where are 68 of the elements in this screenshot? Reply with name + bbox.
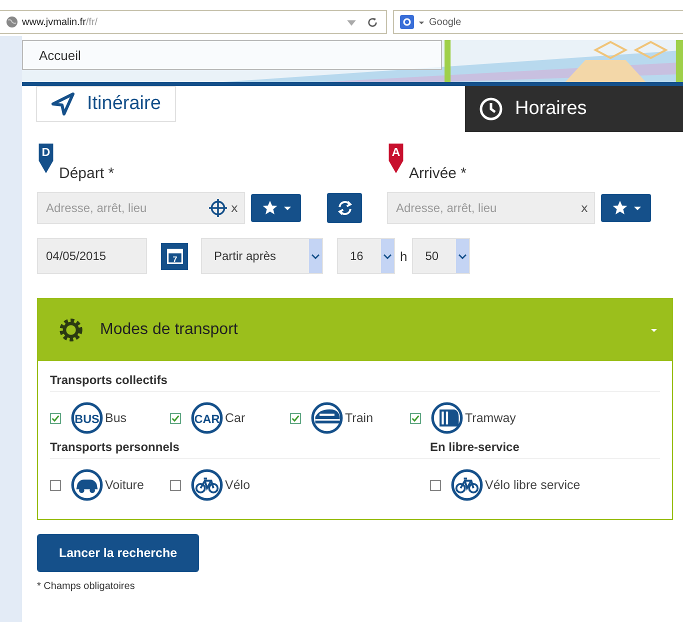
caret-icon bbox=[650, 326, 658, 334]
star-icon bbox=[612, 200, 628, 216]
checkbox[interactable] bbox=[50, 412, 61, 424]
favorites-button[interactable] bbox=[251, 194, 301, 222]
url-text: www.jvmalin.fr/fr/ bbox=[22, 16, 98, 28]
checkbox[interactable] bbox=[50, 480, 61, 490]
bicycle-icon bbox=[451, 469, 483, 501]
tab[interactable]: Horaires bbox=[465, 86, 683, 132]
address-field[interactable]: Adresse, arrêt, lieu x bbox=[387, 192, 595, 224]
checkbox[interactable] bbox=[410, 412, 421, 424]
coach-icon: CAR bbox=[191, 402, 223, 434]
calendar-button[interactable]: 7 bbox=[161, 242, 188, 270]
favorites-button[interactable] bbox=[601, 194, 651, 222]
departure-mode-select[interactable]: Partir après bbox=[201, 238, 323, 274]
address-bar[interactable]: www.jvmalin.fr/fr/ bbox=[0, 10, 387, 34]
section-heading: Transports personnels bbox=[50, 440, 430, 459]
hour-select[interactable]: 16 bbox=[337, 238, 395, 274]
home-link[interactable]: Accueil bbox=[22, 40, 442, 70]
swap-icon bbox=[336, 199, 354, 217]
navigation-arrow-icon bbox=[51, 92, 75, 116]
bicycle-icon bbox=[191, 469, 223, 501]
checkbox[interactable] bbox=[290, 412, 301, 424]
star-icon bbox=[262, 200, 278, 216]
caret-icon bbox=[284, 204, 290, 212]
mode-option[interactable]: Train bbox=[290, 402, 374, 434]
bus-icon: BUS bbox=[71, 402, 103, 434]
checkbox[interactable] bbox=[170, 480, 181, 490]
date-field[interactable]: 04/05/2015 bbox=[37, 238, 147, 274]
map-pin-icon: D bbox=[37, 142, 55, 174]
search-engine-icon bbox=[400, 15, 414, 29]
mode-option[interactable]: BUS Bus bbox=[50, 402, 127, 434]
map-pin-icon: A bbox=[387, 142, 405, 174]
chevron-down-icon bbox=[311, 252, 320, 260]
mode-option[interactable]: Vélo libre service bbox=[430, 469, 580, 501]
gear-icon bbox=[58, 317, 84, 343]
checkbox[interactable] bbox=[430, 480, 441, 490]
mode-option[interactable]: Tramway bbox=[410, 402, 516, 434]
footnote: * Champs obligatoires bbox=[37, 581, 136, 592]
field-label: Départ * bbox=[59, 165, 114, 184]
chevron-down-icon bbox=[458, 252, 468, 260]
reload-icon[interactable] bbox=[367, 16, 378, 28]
clear-button[interactable]: x bbox=[578, 201, 590, 215]
clock-icon bbox=[479, 97, 503, 121]
accordion-header[interactable]: Modes de transport bbox=[38, 299, 672, 361]
section-heading: Transports collectifs bbox=[50, 373, 660, 392]
address-field[interactable]: Adresse, arrêt, lieu x bbox=[37, 192, 245, 224]
section-heading: En libre-service bbox=[430, 440, 660, 459]
mode-option[interactable]: CAR Car bbox=[170, 402, 246, 434]
train-icon bbox=[311, 402, 343, 434]
globe-icon bbox=[6, 16, 18, 28]
field-label: Arrivée * bbox=[409, 165, 467, 184]
swap-button[interactable] bbox=[327, 193, 362, 223]
checkbox[interactable] bbox=[170, 412, 181, 424]
car-icon bbox=[71, 469, 103, 501]
clear-button[interactable]: x bbox=[228, 201, 240, 215]
minute-select[interactable]: 50 bbox=[412, 238, 470, 274]
caret-icon[interactable] bbox=[418, 18, 425, 26]
search-button[interactable]: Lancer la recherche bbox=[37, 534, 199, 572]
mode-option[interactable]: Vélo bbox=[170, 469, 250, 501]
tram-icon bbox=[431, 402, 463, 434]
tab[interactable]: Itinéraire bbox=[36, 86, 176, 122]
locate-icon[interactable] bbox=[208, 199, 227, 217]
hour-separator: h bbox=[400, 248, 408, 264]
search-field[interactable]: Google bbox=[393, 10, 683, 34]
chevron-down-icon bbox=[383, 252, 392, 260]
mode-option[interactable]: Voiture bbox=[50, 469, 144, 501]
calendar-icon: 7 bbox=[166, 247, 184, 265]
caret-icon bbox=[634, 204, 640, 212]
